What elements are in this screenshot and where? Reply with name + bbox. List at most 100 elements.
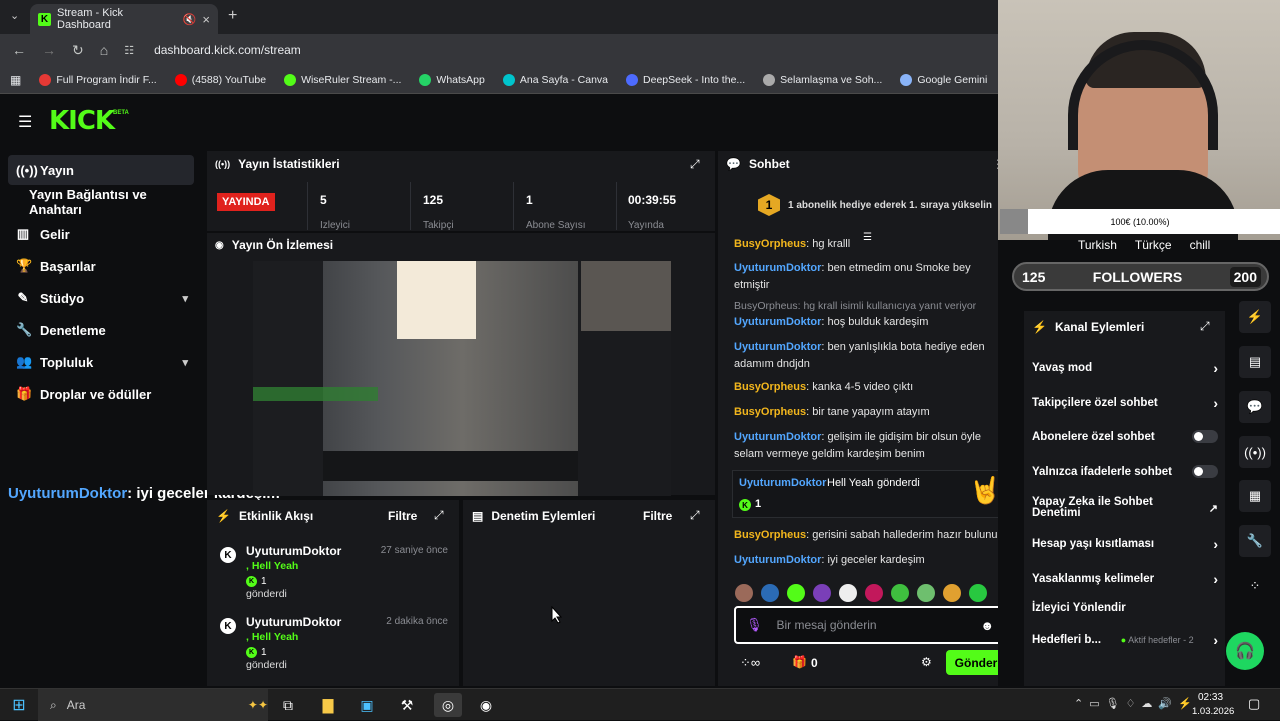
mute-icon[interactable]: 🔇 bbox=[183, 13, 197, 26]
chat-username[interactable]: BusyOrpheus bbox=[734, 238, 806, 250]
apps-icon[interactable]: ▦ bbox=[10, 73, 21, 87]
menu-icon[interactable]: ☰ bbox=[18, 112, 32, 132]
channel-action-label: Yapay Zeka ile Sohbet Denetimi bbox=[1032, 496, 1153, 519]
channel-action-item[interactable]: Yapay Zeka ile Sohbet Denetimi ↗ bbox=[1032, 496, 1218, 519]
taskbar-search[interactable]: ⌕ Ara ✦✦ bbox=[38, 689, 268, 721]
quick-notes-button[interactable]: ▤ bbox=[1239, 346, 1271, 378]
channel-action-item[interactable]: Takipçilere özel sohbet › bbox=[1032, 395, 1218, 411]
channel-points-icon[interactable]: ⁘∞ bbox=[740, 655, 760, 671]
obs-icon[interactable]: ◉ bbox=[474, 693, 498, 717]
expand-icon[interactable]: ⤢ bbox=[690, 508, 700, 523]
browser-tab[interactable]: K Stream - Kick Dashboard 🔇 × bbox=[30, 4, 218, 34]
emote-icon[interactable] bbox=[813, 584, 831, 602]
sidebar-item-basarilar[interactable]: 🏆 Başarılar bbox=[8, 251, 194, 281]
emote-icon[interactable] bbox=[735, 584, 753, 602]
send-button[interactable]: Gönder bbox=[946, 650, 1006, 675]
quick-wrench-button[interactable]: 🔧 bbox=[1239, 525, 1271, 557]
file-explorer-icon[interactable]: ▇ bbox=[316, 693, 340, 717]
emote-icon[interactable] bbox=[969, 584, 987, 602]
chrome-icon[interactable]: ◎ bbox=[434, 693, 462, 717]
app-icon[interactable]: ⚒ bbox=[395, 693, 419, 717]
chat-username[interactable]: UyuturumDoktor bbox=[734, 316, 821, 328]
support-headset-button[interactable]: 🎧 bbox=[1226, 632, 1264, 670]
emote-icon[interactable] bbox=[787, 584, 805, 602]
bookmark-item[interactable]: WiseRuler Stream -... bbox=[284, 73, 401, 86]
sidebar-item-droplar[interactable]: 🎁 Droplar ve ödüller bbox=[8, 379, 194, 409]
channel-action-item[interactable]: Yavaş mod › bbox=[1032, 360, 1218, 376]
bookmark-item[interactable]: Selamlaşma ve Soh... bbox=[763, 73, 882, 86]
channel-action-item[interactable]: Hedefleri b... ● Aktif hedefler - 2 › bbox=[1032, 632, 1218, 648]
channel-action-item[interactable]: Yasaklanmış kelimeler › bbox=[1032, 571, 1218, 587]
emote-icon[interactable] bbox=[865, 584, 883, 602]
store-icon[interactable]: ▣ bbox=[355, 693, 379, 717]
quick-chat-button[interactable]: 💬 bbox=[1239, 391, 1271, 423]
bookmark-item[interactable]: WhatsApp bbox=[419, 73, 485, 86]
chat-username[interactable]: UyuturumDoktor bbox=[734, 341, 821, 353]
new-tab-icon[interactable]: + bbox=[228, 7, 237, 25]
tab-search-icon[interactable]: ⌄ bbox=[10, 9, 19, 22]
activity-filter-button[interactable]: Filtre bbox=[388, 509, 417, 523]
overlay-chat-user: UyuturumDoktor bbox=[8, 485, 128, 502]
chat-username[interactable]: BusyOrpheus bbox=[734, 406, 806, 418]
quick-broadcast-button[interactable]: ((•)) bbox=[1239, 436, 1271, 468]
quick-layout-button[interactable]: ▦ bbox=[1239, 480, 1271, 512]
bookmark-item[interactable]: DeepSeek - Into the... bbox=[626, 73, 745, 86]
sidebar-item-studyo[interactable]: ✎ Stüdyo ▾ bbox=[8, 283, 194, 313]
expand-icon[interactable]: ⤢ bbox=[1200, 319, 1210, 334]
chat-username[interactable]: BusyOrpheus bbox=[734, 381, 806, 393]
forward-icon[interactable]: → bbox=[42, 42, 56, 58]
quick-bolt-button[interactable]: ⚡ bbox=[1239, 301, 1271, 333]
chat-username[interactable]: UyuturumDoktor bbox=[734, 554, 821, 566]
microphone-icon[interactable]: 🎙 bbox=[746, 617, 763, 633]
system-tray-icons[interactable]: ⌃▭🎙♢☁🔊⚡ bbox=[1074, 697, 1198, 710]
kick-logo[interactable]: KICK bbox=[49, 106, 115, 136]
close-tab-icon[interactable]: × bbox=[202, 12, 210, 27]
stream-preview-video[interactable] bbox=[253, 261, 671, 496]
sidebar-item-stream-key[interactable]: Yayın Bağlantısı ve Anahtarı bbox=[8, 187, 194, 217]
bookmark-item[interactable]: (4588) YouTube bbox=[174, 73, 266, 86]
notification-icon[interactable]: ▢ bbox=[1248, 696, 1260, 712]
activity-user[interactable]: UyuturumDoktor bbox=[246, 615, 341, 629]
moderation-filter-button[interactable]: Filtre bbox=[643, 509, 672, 523]
toggle-switch[interactable] bbox=[1192, 465, 1218, 478]
emote-icon[interactable] bbox=[761, 584, 779, 602]
chat-input[interactable]: 🎙 Bir mesaj gönderin ☻ bbox=[734, 606, 1006, 644]
sidebar-item-label: Yayın bbox=[40, 162, 74, 178]
task-view-icon[interactable]: ⧉ bbox=[276, 693, 300, 717]
bookmark-item[interactable]: Google Gemini bbox=[900, 73, 987, 86]
expand-icon[interactable]: ⤢ bbox=[690, 157, 700, 172]
windows-start-icon[interactable]: ⊞ bbox=[7, 693, 31, 717]
moderation-title: Denetim Eylemleri bbox=[491, 509, 596, 523]
channel-action-item[interactable]: Hesap yaşı kısıtlaması › bbox=[1032, 536, 1218, 552]
channel-action-item[interactable]: Abonelere özel sohbet bbox=[1032, 430, 1218, 443]
chat-username[interactable]: BusyOrpheus bbox=[734, 529, 806, 541]
emote-icon[interactable] bbox=[891, 584, 909, 602]
url-field[interactable]: dashboard.kick.com/stream bbox=[154, 43, 301, 57]
gift-box-icon[interactable]: 🎁 bbox=[792, 655, 807, 669]
emote-icon[interactable] bbox=[943, 584, 961, 602]
channel-action-item[interactable]: İzleyici Yönlendir bbox=[1032, 602, 1218, 614]
channel-action-item[interactable]: Yalnızca ifadelerle sohbet bbox=[1032, 465, 1218, 478]
sticker-image bbox=[397, 261, 476, 339]
sidebar-item-topluluk[interactable]: 👥 Topluluk ▾ bbox=[8, 347, 194, 377]
expand-icon[interactable]: ⤢ bbox=[434, 508, 444, 523]
back-icon[interactable]: ← bbox=[12, 42, 26, 58]
toggle-switch[interactable] bbox=[1192, 430, 1218, 443]
activity-user[interactable]: UyuturumDoktor bbox=[246, 544, 341, 558]
sidebar-item-yayin[interactable]: ((•)) Yayın bbox=[8, 155, 194, 185]
emote-icon[interactable] bbox=[917, 584, 935, 602]
gift-promo-text[interactable]: 1 abonelik hediye ederek 1. sıraya yükse… bbox=[788, 200, 992, 211]
reload-icon[interactable]: ↻ bbox=[72, 42, 84, 59]
sidebar-item-denetleme[interactable]: 🔧 Denetleme bbox=[8, 315, 194, 345]
bookmark-item[interactable]: Ana Sayfa - Canva bbox=[502, 73, 608, 86]
sidebar-item-gelir[interactable]: ▥ Gelir bbox=[8, 219, 194, 249]
chat-username[interactable]: UyuturumDoktor bbox=[734, 431, 821, 443]
site-info-icon[interactable]: ☷ bbox=[124, 44, 134, 57]
emote-icon[interactable] bbox=[839, 584, 857, 602]
emoji-icon[interactable]: ☻ bbox=[980, 618, 994, 633]
bookmark-item[interactable]: Full Program İndir F... bbox=[39, 73, 157, 86]
home-icon[interactable]: ⌂ bbox=[100, 42, 108, 58]
chat-username[interactable]: UyuturumDoktor bbox=[734, 262, 821, 274]
quick-points-button[interactable]: ⁘ bbox=[1239, 570, 1271, 602]
settings-gear-icon[interactable]: ⚙ bbox=[921, 655, 932, 669]
